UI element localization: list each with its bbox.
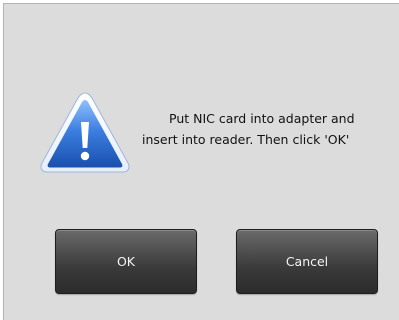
- ok-button[interactable]: OK: [55, 229, 197, 294]
- message-line-1: Put NIC card into adapter and: [169, 111, 355, 126]
- warning-icon: [40, 92, 130, 173]
- cancel-button[interactable]: Cancel: [236, 229, 378, 294]
- dialog-box: Put NIC card into adapter and insert int…: [3, 3, 399, 320]
- message-line-2: insert into reader. Then click 'OK': [142, 132, 350, 147]
- dialog-message: Put NIC card into adapter and insert int…: [142, 108, 399, 150]
